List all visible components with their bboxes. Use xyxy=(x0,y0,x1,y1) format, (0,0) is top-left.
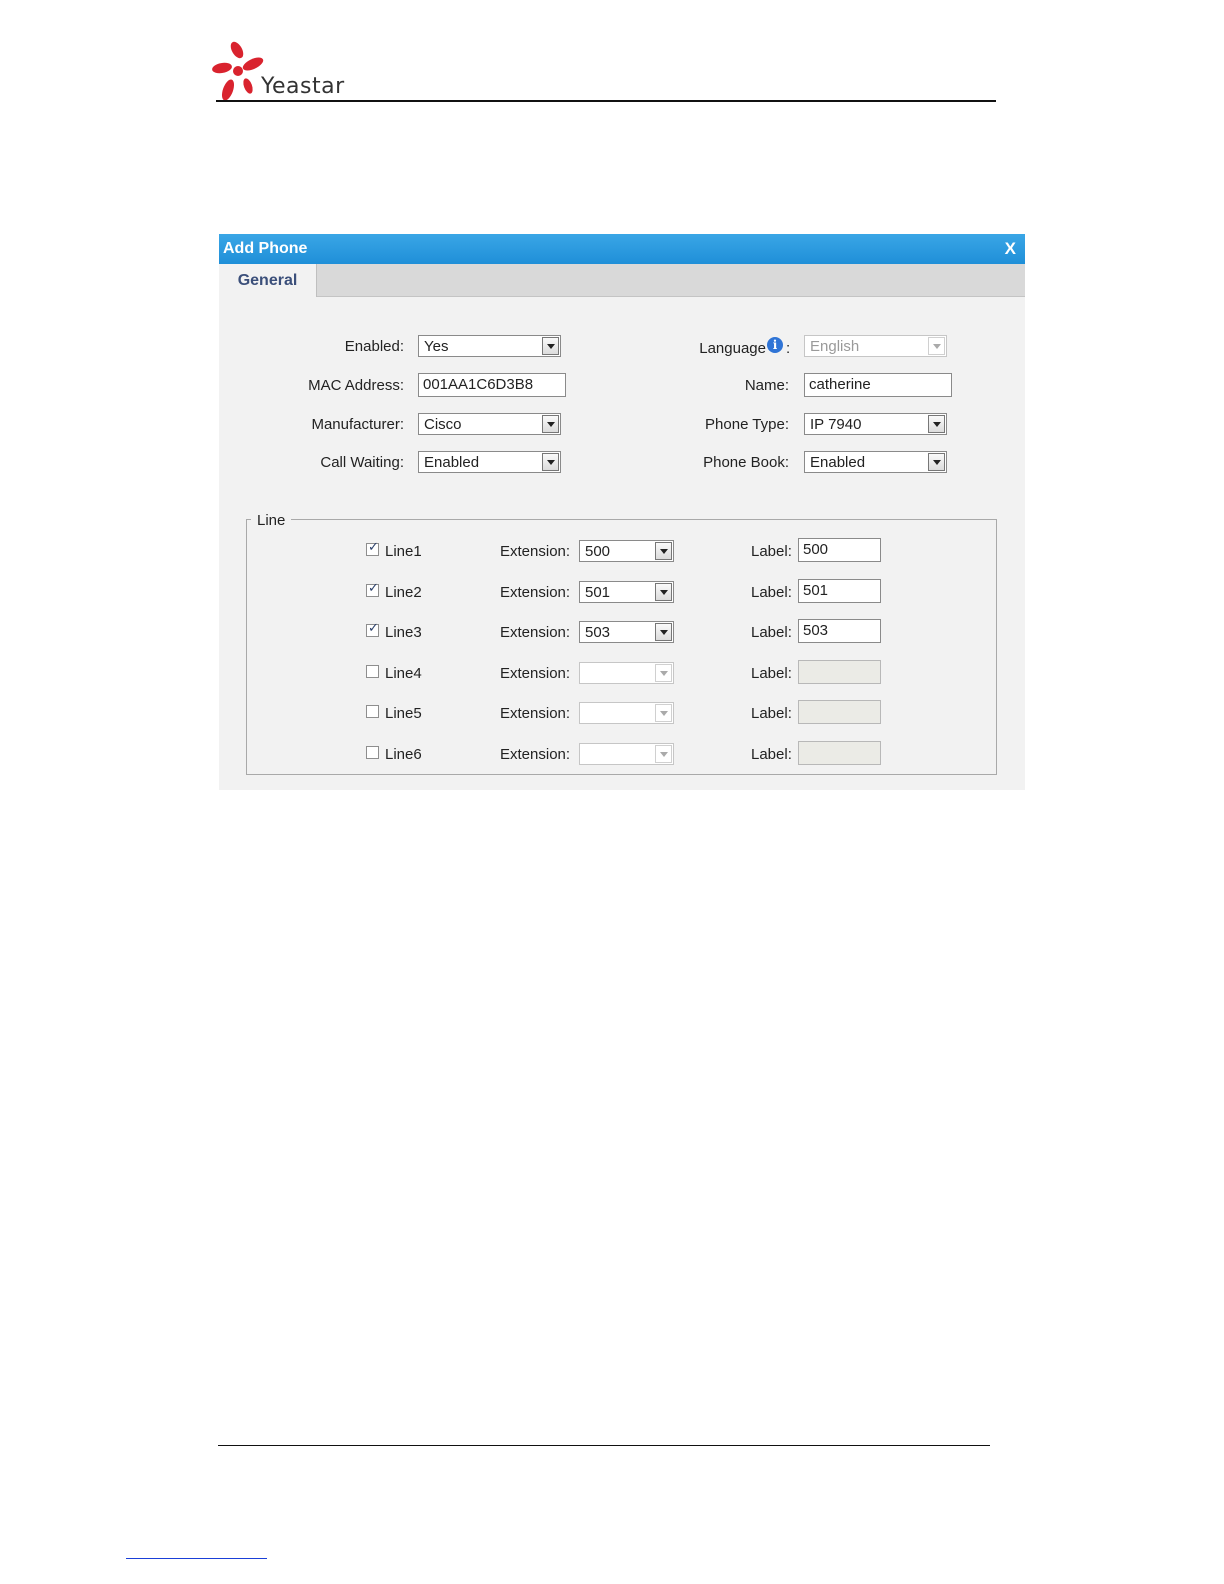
line4-label-label: Label: xyxy=(751,665,792,682)
language-value: English xyxy=(810,338,860,355)
line4-checkbox[interactable] xyxy=(366,665,379,678)
chevron-down-icon xyxy=(655,664,672,682)
line6-checkbox[interactable] xyxy=(366,746,379,759)
line2-extension-label: Extension: xyxy=(500,584,571,601)
enabled-label: Enabled: xyxy=(344,338,404,355)
tab-bar: General xyxy=(219,264,1025,297)
chevron-down-icon xyxy=(928,453,945,471)
phone-book-label: Phone Book: xyxy=(703,454,789,471)
phone-type-value: IP 7940 xyxy=(810,416,862,433)
name-field[interactable]: catherine xyxy=(804,373,952,397)
chevron-down-icon xyxy=(928,415,945,433)
line3-checkbox[interactable] xyxy=(366,621,379,637)
line3-label-field[interactable]: 503 xyxy=(798,619,881,643)
footer-link-underline[interactable] xyxy=(126,1558,267,1559)
line1-checkbox[interactable] xyxy=(366,540,379,556)
manufacturer-select[interactable]: Cisco xyxy=(418,413,561,435)
language-colon: : xyxy=(786,340,791,357)
line3-label-label: Label: xyxy=(751,624,792,641)
chevron-down-icon xyxy=(542,415,559,433)
line6-name: Line6 xyxy=(385,746,422,763)
line1-extension-value: 500 xyxy=(585,543,611,560)
call-waiting-select[interactable]: Enabled xyxy=(418,451,561,473)
line2-label-field[interactable]: 501 xyxy=(798,579,881,603)
mac-address-field[interactable]: 001AA1C6D3B8 xyxy=(418,373,566,397)
footer-divider xyxy=(218,1445,990,1446)
call-waiting-label: Call Waiting: xyxy=(320,454,404,471)
line3-extension-select[interactable]: 503 xyxy=(579,621,674,643)
dialog-title: Add Phone xyxy=(223,240,308,257)
line3-name: Line3 xyxy=(385,624,422,641)
line3-extension-value: 503 xyxy=(585,624,611,641)
phone-type-label: Phone Type: xyxy=(705,416,789,433)
line4-extension-label: Extension: xyxy=(500,665,571,682)
manufacturer-label: Manufacturer: xyxy=(311,416,404,433)
name-label: Name: xyxy=(744,377,789,394)
chevron-down-icon xyxy=(655,745,672,763)
line2-extension-select[interactable]: 501 xyxy=(579,581,674,603)
chevron-down-icon xyxy=(542,453,559,471)
line2-extension-value: 501 xyxy=(585,584,611,601)
yeastar-logo: Yeastar xyxy=(210,38,360,104)
line4-name: Line4 xyxy=(385,665,422,682)
info-icon[interactable]: i xyxy=(767,337,783,353)
chevron-down-icon xyxy=(655,542,672,560)
line1-name: Line1 xyxy=(385,543,422,560)
line2-name: Line2 xyxy=(385,584,422,601)
line2-checkbox[interactable] xyxy=(366,581,379,597)
phone-book-select[interactable]: Enabled xyxy=(804,451,947,473)
line5-label-field[interactable] xyxy=(798,700,881,724)
line6-label-field[interactable] xyxy=(798,741,881,765)
enabled-select[interactable]: Yes xyxy=(418,335,561,357)
chevron-down-icon xyxy=(655,583,672,601)
phone-book-value: Enabled xyxy=(810,454,866,471)
line6-extension-label: Extension: xyxy=(500,746,571,763)
line6-extension-select[interactable] xyxy=(579,743,674,765)
language-label: Language xyxy=(699,340,766,357)
line5-checkbox[interactable] xyxy=(366,705,379,718)
logo-text: Yeastar xyxy=(261,74,345,99)
line6-label-label: Label: xyxy=(751,746,792,763)
chevron-down-icon xyxy=(655,623,672,641)
chevron-down-icon xyxy=(542,337,559,355)
line1-extension-select[interactable]: 500 xyxy=(579,540,674,562)
line2-label-label: Label: xyxy=(751,584,792,601)
line1-label-field[interactable]: 500 xyxy=(798,538,881,562)
phone-type-select[interactable]: IP 7940 xyxy=(804,413,947,435)
line5-extension-select[interactable] xyxy=(579,702,674,724)
mac-address-label: MAC Address: xyxy=(308,377,404,394)
line5-extension-label: Extension: xyxy=(500,705,571,722)
line1-extension-label: Extension: xyxy=(500,543,571,560)
line4-extension-select[interactable] xyxy=(579,662,674,684)
line5-label-label: Label: xyxy=(751,705,792,722)
close-icon[interactable]: X xyxy=(1005,239,1016,259)
header-divider xyxy=(216,100,996,102)
language-select[interactable]: English xyxy=(804,335,947,357)
call-waiting-value: Enabled xyxy=(424,454,480,471)
dialog-titlebar: Add Phone X xyxy=(219,234,1025,264)
line1-label-label: Label: xyxy=(751,543,792,560)
line3-extension-label: Extension: xyxy=(500,624,571,641)
line-legend: Line xyxy=(251,512,292,529)
line5-name: Line5 xyxy=(385,705,422,722)
enabled-value: Yes xyxy=(424,338,449,355)
chevron-down-icon xyxy=(928,337,945,355)
chevron-down-icon xyxy=(655,704,672,722)
add-phone-dialog: Add Phone X General Enabled: Yes MAC Add… xyxy=(219,234,1025,790)
tab-general[interactable]: General xyxy=(219,264,317,297)
manufacturer-value: Cisco xyxy=(424,416,462,433)
line4-label-field[interactable] xyxy=(798,660,881,684)
